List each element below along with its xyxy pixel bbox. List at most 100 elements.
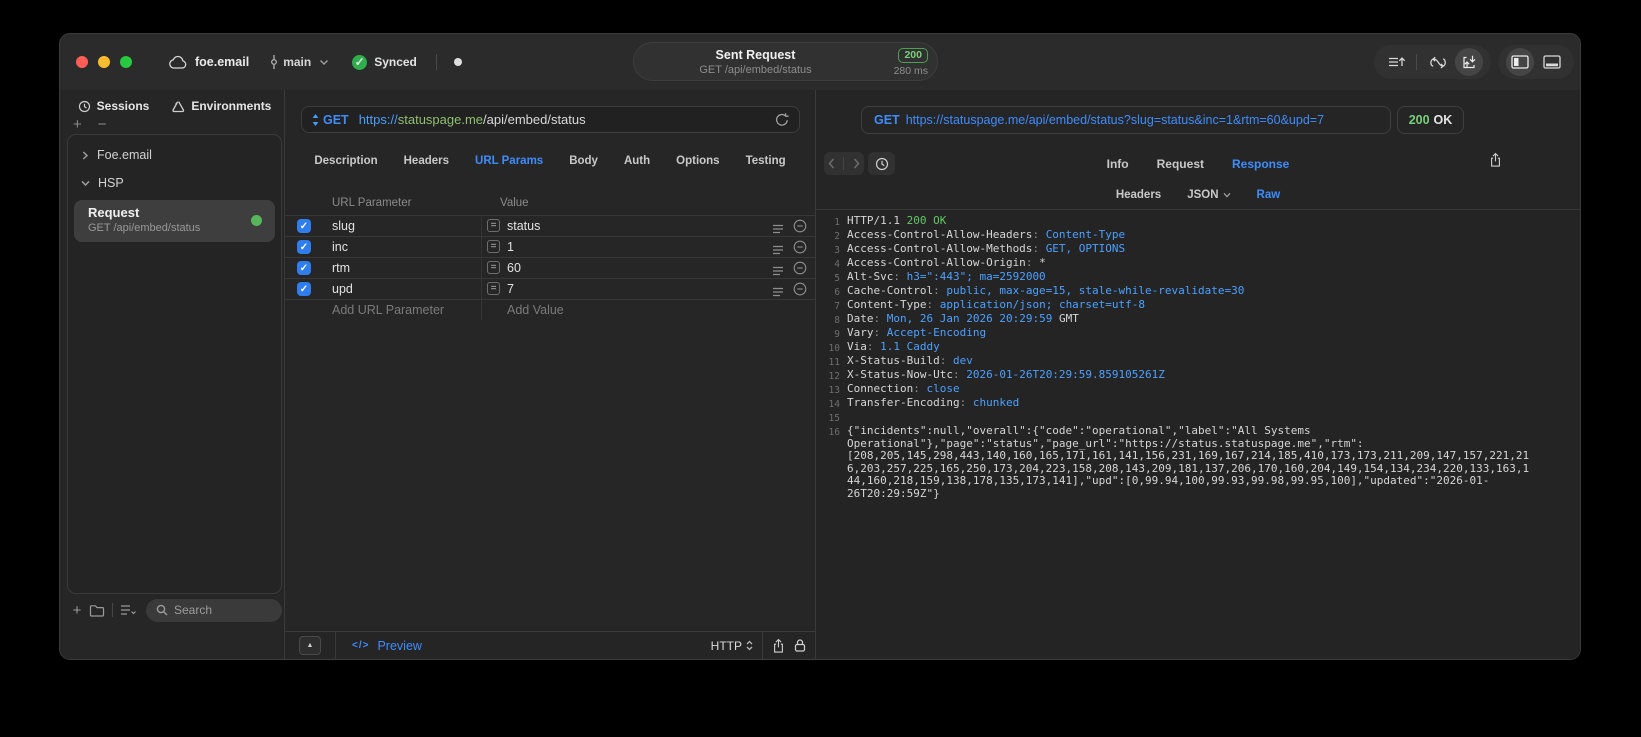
- param-value[interactable]: 60: [507, 261, 521, 275]
- line-content: Cache-Control: public, max-age=15, stale…: [847, 284, 1535, 299]
- code-segment: close: [926, 382, 960, 395]
- request-tab-options[interactable]: Options: [676, 155, 719, 167]
- response-subtab-headers[interactable]: Headers: [1116, 189, 1161, 201]
- tree-group-foe-email[interactable]: Foe.email: [68, 144, 281, 166]
- param-row-slug[interactable]: ✓ slug = status: [285, 215, 815, 236]
- content-area: Sessions Environments + − Foe.email HSP Req…: [60, 90, 1580, 659]
- remove-session-button[interactable]: −: [98, 117, 107, 132]
- import-export-button[interactable]: [1455, 48, 1483, 76]
- param-name[interactable]: upd: [332, 282, 353, 296]
- response-tab-info[interactable]: Info: [1107, 157, 1129, 171]
- lock-button[interactable]: [794, 638, 806, 653]
- code-segment: Access-Control-Allow-Methods: [847, 242, 1033, 255]
- param-value[interactable]: status: [507, 219, 540, 233]
- request-tab-headers[interactable]: Headers: [404, 155, 449, 167]
- tree-group-hsp[interactable]: HSP: [68, 172, 281, 194]
- cloud-icon: [168, 55, 188, 70]
- unsaved-dot-icon: [453, 58, 462, 66]
- sync-loop-button[interactable]: [1423, 48, 1451, 76]
- project-name[interactable]: foe.email: [195, 55, 249, 69]
- url-params-table: URL Parameter Value ✓ slug = status ✓ inc = 1 ✓ r…: [285, 197, 815, 320]
- request-tab-testing[interactable]: Testing: [746, 155, 786, 167]
- toggle-bottom-panel-button[interactable]: [1538, 48, 1566, 76]
- export-response-button[interactable]: [1489, 152, 1502, 168]
- method-stepper-icon[interactable]: [312, 113, 319, 126]
- param-checkbox[interactable]: ✓: [297, 261, 311, 275]
- code-segment: Cache-Control: [847, 284, 934, 297]
- line-content: Access-Control-Allow-Origin: *: [847, 256, 1535, 271]
- line-content: X-Status-Now-Utc: 2026-01-26T20:29:59.85…: [847, 368, 1535, 383]
- request-tabs: Description Headers URL Params Body Auth Opti…: [285, 149, 815, 173]
- add-param-value-placeholder[interactable]: Add Value: [507, 303, 564, 317]
- drag-handle-icon: [773, 224, 783, 234]
- param-checkbox[interactable]: ✓: [297, 240, 311, 254]
- zoom-window-button[interactable]: [120, 56, 132, 68]
- new-folder-button[interactable]: [87, 604, 107, 617]
- list-sort-icon: [120, 604, 137, 616]
- collapse-panel-button[interactable]: ▲: [299, 636, 321, 655]
- resend-button[interactable]: [775, 112, 789, 127]
- param-value[interactable]: 1: [507, 240, 514, 254]
- param-value[interactable]: 7: [507, 282, 514, 296]
- add-param-name-placeholder[interactable]: Add URL Parameter: [332, 303, 444, 317]
- response-tab-request[interactable]: Request: [1157, 157, 1204, 171]
- stepper-arrows-icon: [746, 640, 753, 651]
- request-tab-auth[interactable]: Auth: [624, 155, 650, 167]
- param-row-upd[interactable]: ✓ upd = 7: [285, 278, 815, 299]
- export-list-button[interactable]: [1382, 48, 1410, 76]
- sent-request-line[interactable]: GET https://statuspage.me/api/embed/stat…: [861, 106, 1391, 134]
- search-input[interactable]: Search: [146, 598, 282, 622]
- param-checkbox[interactable]: ✓: [297, 282, 311, 296]
- response-subtab-label: Raw: [1256, 189, 1281, 201]
- request-summary-pill[interactable]: Sent Request GET /api/embed/status 200 2…: [633, 42, 938, 81]
- param-name[interactable]: slug: [332, 219, 355, 233]
- request-url-bar[interactable]: GET https://statuspage.me/api/embed/stat…: [301, 106, 800, 133]
- line-content: Alt-Svc: h3=":443"; ma=2592000: [847, 270, 1535, 285]
- request-url[interactable]: https://statuspage.me/api/embed/status: [359, 112, 586, 127]
- param-name[interactable]: rtm: [332, 261, 350, 275]
- response-subtab-raw[interactable]: Raw: [1257, 189, 1281, 201]
- request-method[interactable]: GET: [323, 113, 349, 127]
- app-window: foe.email main ✓ Synced Sent Request GET…: [59, 33, 1581, 660]
- response-tab-response[interactable]: Response: [1232, 157, 1289, 171]
- code-segment: Access-Control-Allow-Origin: [847, 256, 1026, 269]
- bottom-panel-layout-icon: [1543, 55, 1561, 69]
- minimize-window-button[interactable]: [98, 56, 110, 68]
- preview-button[interactable]: </> Preview: [352, 639, 422, 653]
- sidebar-tab-environments[interactable]: Environments: [171, 99, 271, 113]
- code-segment: :: [952, 368, 967, 381]
- request-tab-url-params[interactable]: URL Params: [475, 155, 543, 167]
- code-segment: :: [939, 354, 953, 367]
- sidebar-request-item[interactable]: Request GET /api/embed/status: [74, 200, 275, 242]
- sidebar-tab-sessions[interactable]: Sessions: [78, 99, 149, 113]
- toggle-sidebar-button[interactable]: [1506, 48, 1534, 76]
- new-item-button[interactable]: +: [67, 602, 87, 619]
- sidebar-tab-label: Environments: [191, 99, 272, 113]
- param-checkbox[interactable]: ✓: [297, 219, 311, 233]
- search-placeholder: Search: [174, 603, 213, 617]
- param-row-inc[interactable]: ✓ inc = 1: [285, 236, 815, 257]
- code-segment: :: [873, 312, 887, 325]
- column-divider: [481, 300, 482, 320]
- param-row-rtm[interactable]: ✓ rtm = 60: [285, 257, 815, 278]
- code-segment: :: [913, 382, 927, 395]
- add-param-row[interactable]: Add URL Parameter Add Value: [285, 299, 815, 320]
- layers-icon: [172, 100, 185, 112]
- sort-list-button[interactable]: [118, 604, 138, 616]
- response-subtab-json[interactable]: JSON: [1187, 189, 1231, 201]
- remove-circle-icon: [793, 240, 807, 254]
- add-session-button[interactable]: +: [73, 117, 82, 132]
- request-tab-body[interactable]: Body: [569, 155, 598, 167]
- sync-status[interactable]: ✓ Synced: [352, 54, 417, 70]
- param-name[interactable]: inc: [332, 240, 348, 254]
- request-tab-description[interactable]: Description: [314, 155, 377, 167]
- code-segment: 200 OK: [906, 214, 947, 227]
- share-request-button[interactable]: [772, 638, 785, 654]
- request-summary-title: Sent Request: [715, 48, 796, 62]
- branch-selector[interactable]: main: [270, 54, 329, 70]
- remove-circle-icon: [793, 282, 807, 296]
- protocol-selector[interactable]: HTTP: [711, 639, 753, 653]
- code-line-3: 3 Access-Control-Allow-Methods: GET, OPTI…: [816, 242, 1580, 257]
- close-window-button[interactable]: [76, 56, 88, 68]
- response-subtab-label: JSON: [1187, 189, 1219, 201]
